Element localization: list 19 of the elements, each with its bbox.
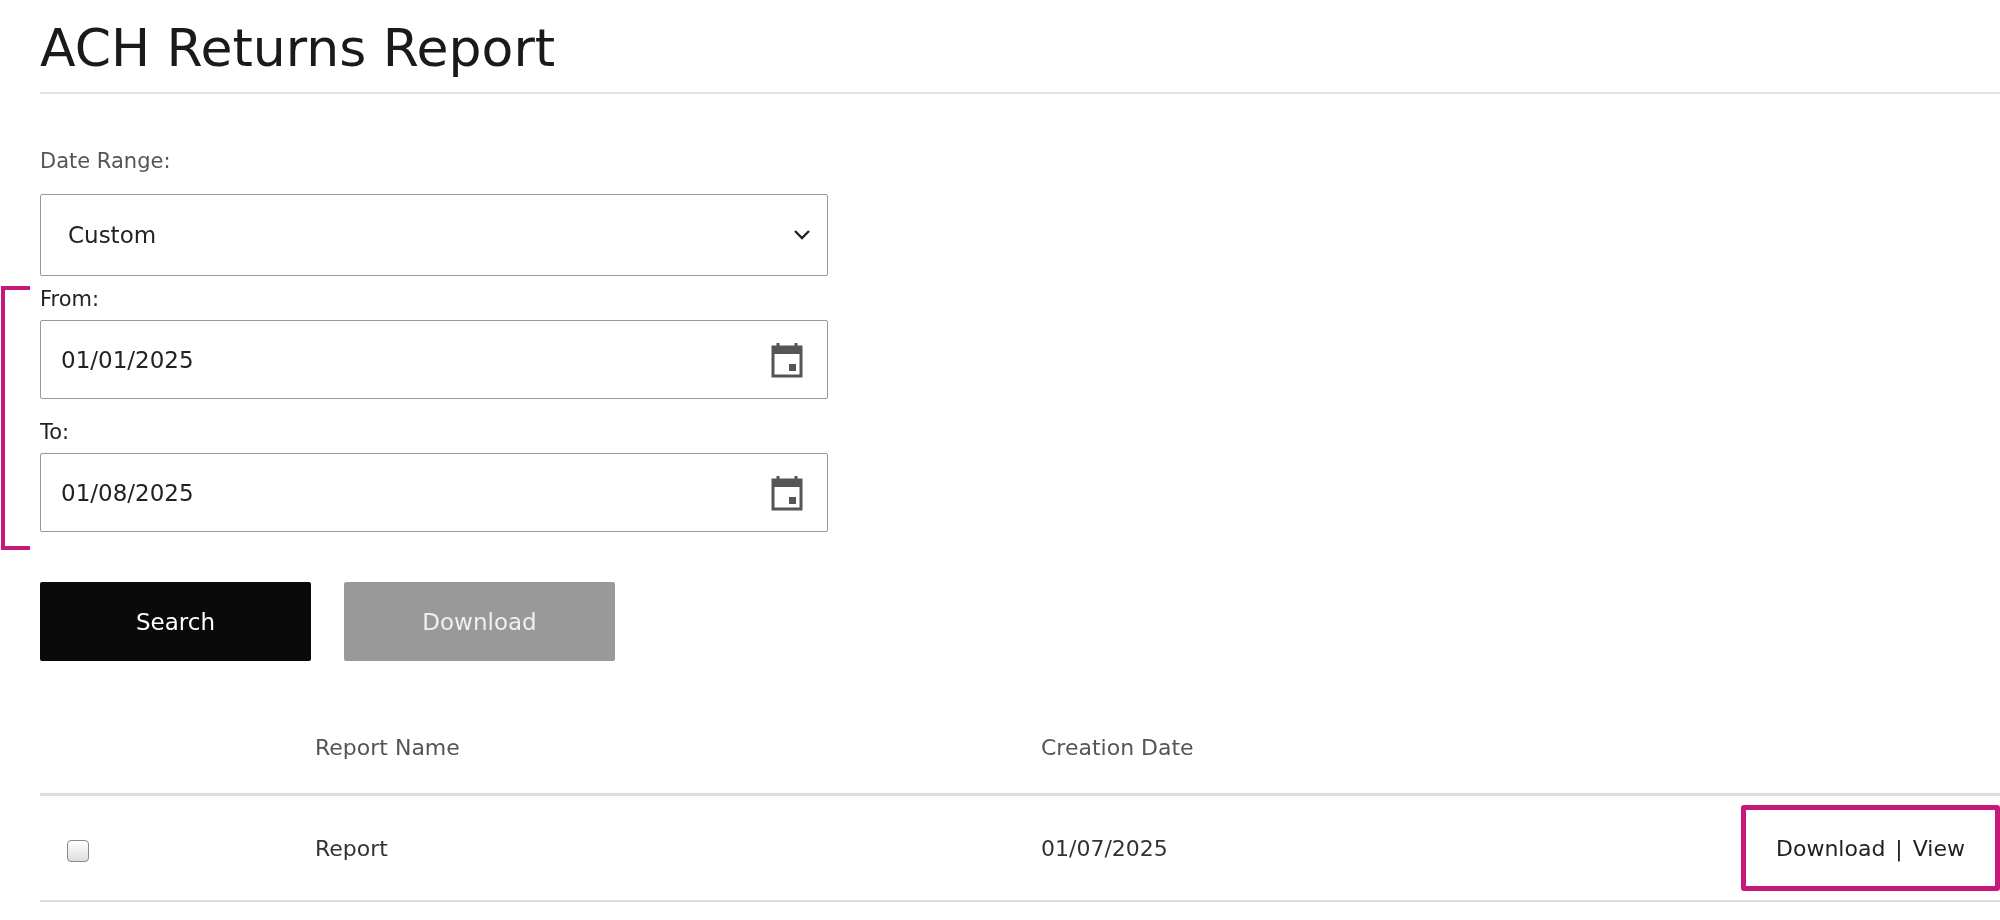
date-field[interactable]: 01/01/2025 <box>40 320 828 399</box>
chevron-down-icon <box>793 229 811 241</box>
download-link[interactable]: Download <box>1776 835 1886 861</box>
field-label: From: <box>40 286 101 312</box>
link-separator: | <box>1895 835 1903 861</box>
date-field[interactable]: 01/08/2025 <box>40 453 828 532</box>
row-checkbox[interactable] <box>67 840 89 862</box>
page-title: ACH Returns Report <box>40 17 557 80</box>
search-button[interactable]: Search <box>40 582 311 661</box>
date-range-select[interactable]: Custom <box>40 194 828 276</box>
column-header: Creation Date <box>1041 734 1195 760</box>
calendar-icon <box>771 474 803 511</box>
field-label: To: <box>40 419 71 445</box>
field-label: Date Range: <box>40 148 172 174</box>
view-link[interactable]: View <box>1912 835 1965 861</box>
calendar-icon <box>771 341 803 378</box>
column-header: Report Name <box>315 734 461 760</box>
table-cell-text: Report <box>315 835 389 861</box>
table-cell-text: 01/07/2025 <box>1041 835 1169 861</box>
